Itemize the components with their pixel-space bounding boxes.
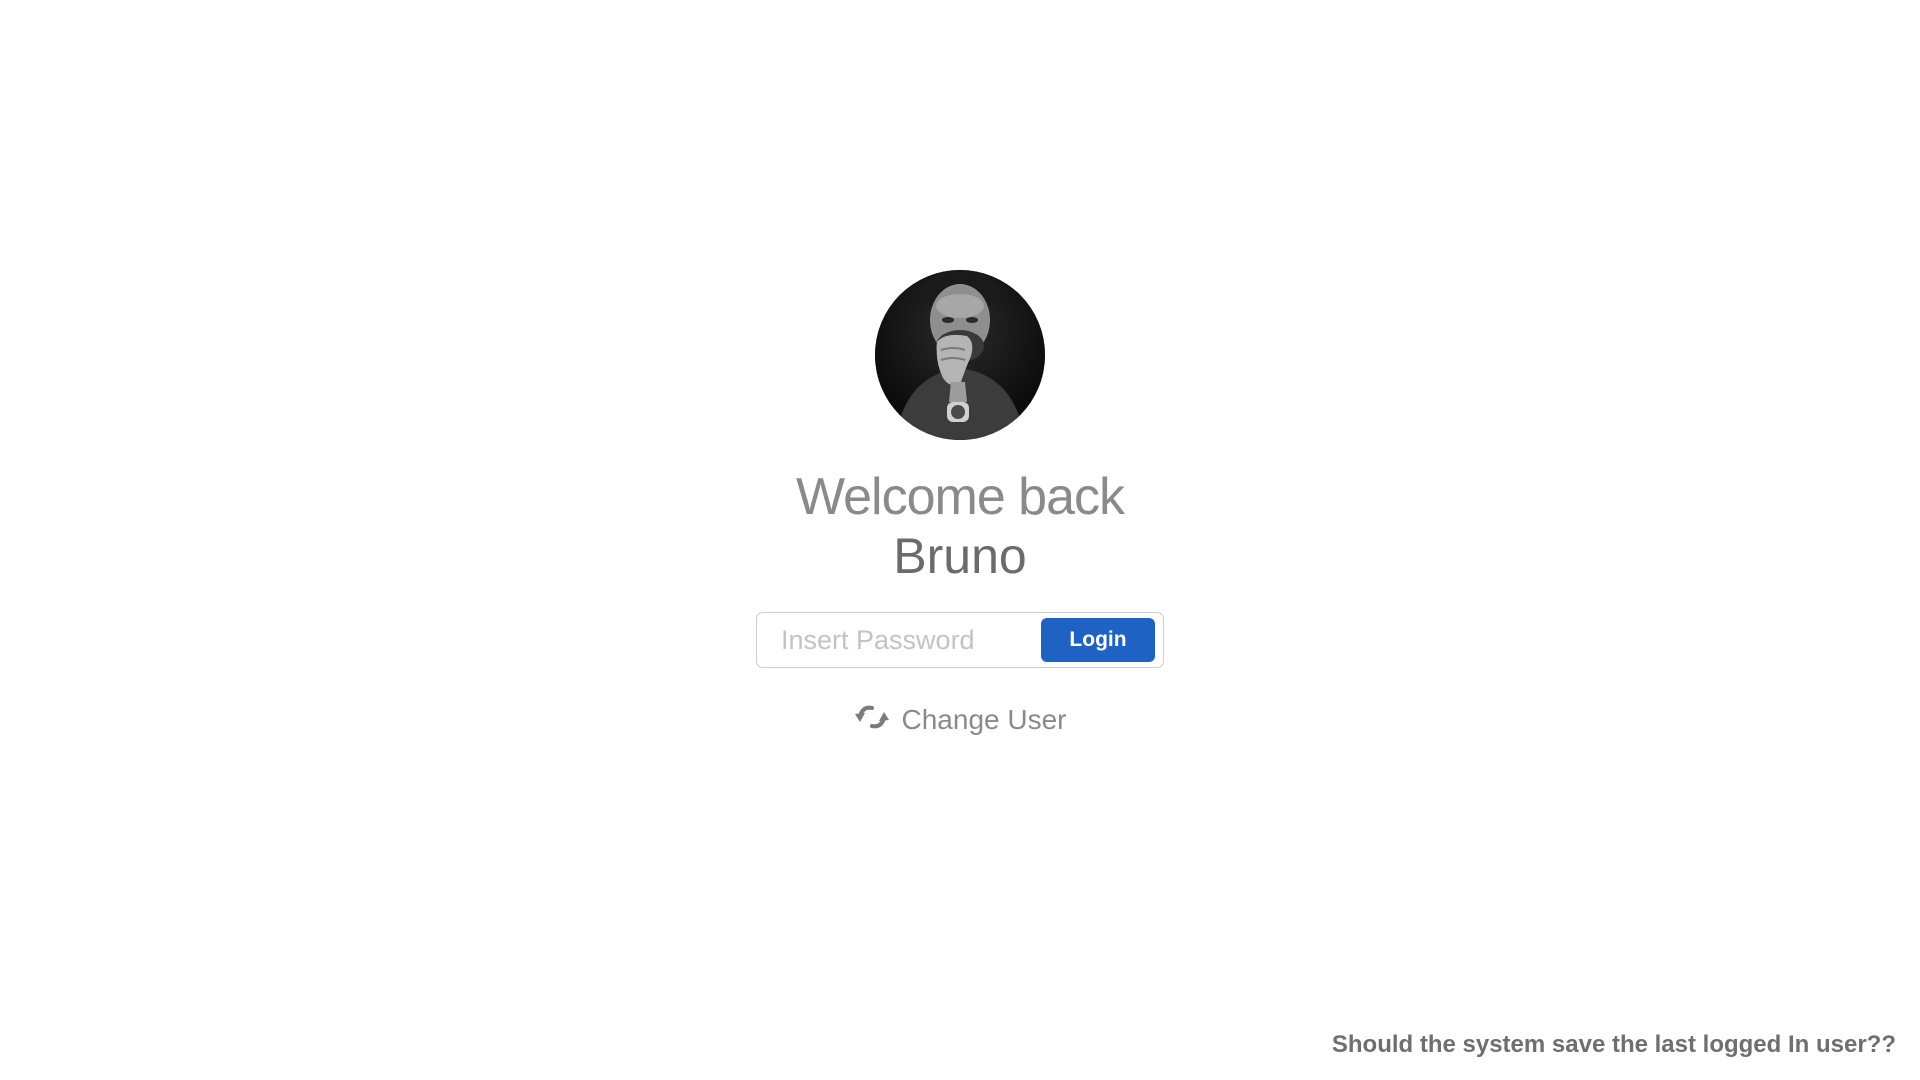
login-panel: Welcome back Bruno Login Change User — [0, 270, 1920, 737]
login-page: Welcome back Bruno Login Change User Sho… — [0, 0, 1920, 1080]
change-user-label: Change User — [901, 703, 1067, 735]
welcome-heading: Welcome back — [795, 468, 1125, 526]
change-user-link[interactable]: Change User — [854, 702, 1067, 737]
password-input[interactable] — [779, 623, 1041, 657]
login-form: Login — [756, 612, 1164, 668]
avatar-photo-icon — [875, 270, 1045, 440]
user-name: Bruno — [893, 528, 1027, 584]
refresh-icon — [854, 702, 890, 737]
login-button[interactable]: Login — [1041, 618, 1155, 662]
user-avatar — [875, 270, 1045, 440]
footer-question: Should the system save the last logged I… — [1331, 1031, 1896, 1058]
